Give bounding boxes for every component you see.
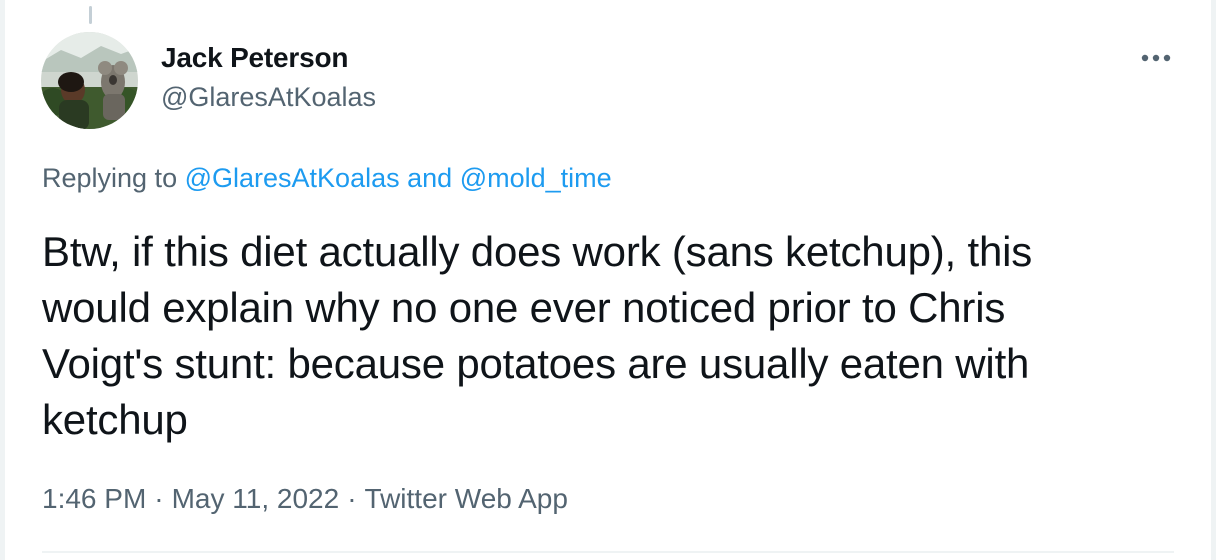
tweet-text-line: would explain why no one ever noticed pr…	[42, 284, 1006, 331]
more-options-button[interactable]	[1136, 42, 1176, 74]
meta-separator: ·	[347, 483, 357, 514]
profile-photo-with-koala-icon	[41, 32, 138, 129]
tweet-text-line: ketchup	[42, 396, 188, 443]
author-display-name[interactable]: Jack Peterson	[161, 42, 348, 74]
tweet-text-line: Btw, if this diet actually does work (sa…	[42, 228, 1033, 275]
reply-context: Replying to @GlaresAtKoalas and @mold_ti…	[42, 163, 612, 194]
reply-context-prefix: Replying to	[42, 163, 178, 193]
thread-connector-line	[89, 6, 92, 24]
author-handle[interactable]: @GlaresAtKoalas	[161, 82, 376, 113]
mention-link-mold-time[interactable]: @mold_time	[460, 163, 612, 193]
tweet-metadata: 1:46 PM · May 11, 2022 · Twitter Web App	[42, 483, 568, 515]
reply-context-joiner: and	[407, 163, 453, 193]
tweet-text: Btw, if this diet actually does work (sa…	[42, 224, 1182, 448]
divider	[42, 551, 1174, 553]
tweet-time-link[interactable]: 1:46 PM	[42, 483, 146, 514]
frame-border-right	[1211, 0, 1216, 560]
tweet-date-link[interactable]: May 11, 2022	[172, 483, 340, 514]
tweet-text-line: Voigt's stunt: because potatoes are usua…	[42, 340, 1030, 387]
avatar[interactable]	[41, 32, 138, 129]
frame-border-left	[0, 0, 5, 560]
meta-separator: ·	[154, 483, 164, 514]
more-horizontal-icon	[1141, 54, 1171, 62]
tweet-source-link[interactable]: Twitter Web App	[365, 483, 568, 514]
mention-link-glaresatkoalas[interactable]: @GlaresAtKoalas	[185, 163, 400, 193]
